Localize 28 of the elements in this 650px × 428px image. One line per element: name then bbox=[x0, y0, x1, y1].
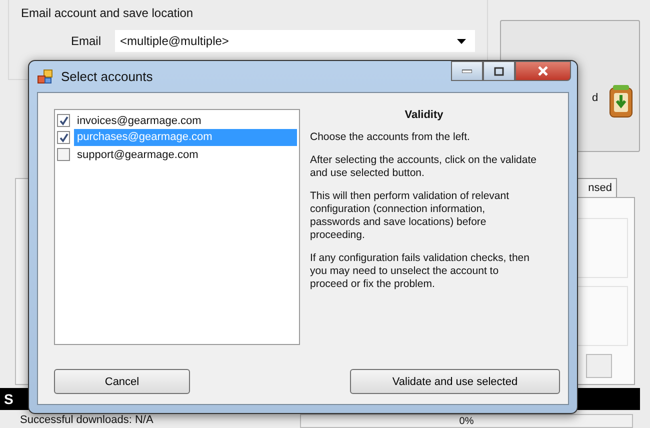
close-icon bbox=[537, 66, 549, 76]
window-title: Select accounts bbox=[61, 69, 153, 84]
side-label: d bbox=[592, 92, 598, 104]
minimize-button[interactable] bbox=[451, 61, 483, 81]
account-item[interactable]: support@gearmage.com bbox=[57, 146, 297, 163]
status-text: S bbox=[4, 391, 14, 407]
info-paragraph: After selecting the accounts, click on the validate and use selected button. bbox=[310, 154, 538, 180]
info-paragraph: This will then perform validation of relevant configuration (connection information, passwords and save locations) before proceeding. bbox=[310, 190, 510, 242]
email-dropdown[interactable]: <multiple@multiple> bbox=[115, 30, 475, 52]
maximize-button[interactable] bbox=[483, 61, 515, 81]
caret-icon bbox=[457, 38, 466, 44]
checkbox[interactable] bbox=[57, 114, 70, 127]
cancel-button[interactable]: Cancel bbox=[54, 369, 190, 394]
minimize-icon bbox=[462, 69, 472, 73]
group-title: Email account and save location bbox=[21, 6, 194, 20]
checkbox[interactable] bbox=[57, 148, 70, 161]
email-label: Email bbox=[71, 34, 102, 48]
downloads-label: Successful downloads: N/A bbox=[20, 414, 154, 426]
info-paragraph: If any configuration fails validation checks, then you may need to unselect the account to proceed or fix the problem. bbox=[310, 252, 530, 291]
info-heading: Validity bbox=[404, 109, 444, 121]
info-paragraph: Choose the accounts from the left. bbox=[310, 131, 471, 144]
validate-button[interactable]: Validate and use selected bbox=[350, 369, 560, 394]
maximize-icon bbox=[494, 66, 504, 76]
download-bin-icon[interactable] bbox=[609, 84, 633, 118]
checkbox[interactable] bbox=[57, 131, 70, 144]
app-icon bbox=[37, 68, 53, 84]
account-item[interactable]: invoices@gearmage.com bbox=[57, 112, 297, 129]
close-button[interactable] bbox=[515, 61, 571, 81]
